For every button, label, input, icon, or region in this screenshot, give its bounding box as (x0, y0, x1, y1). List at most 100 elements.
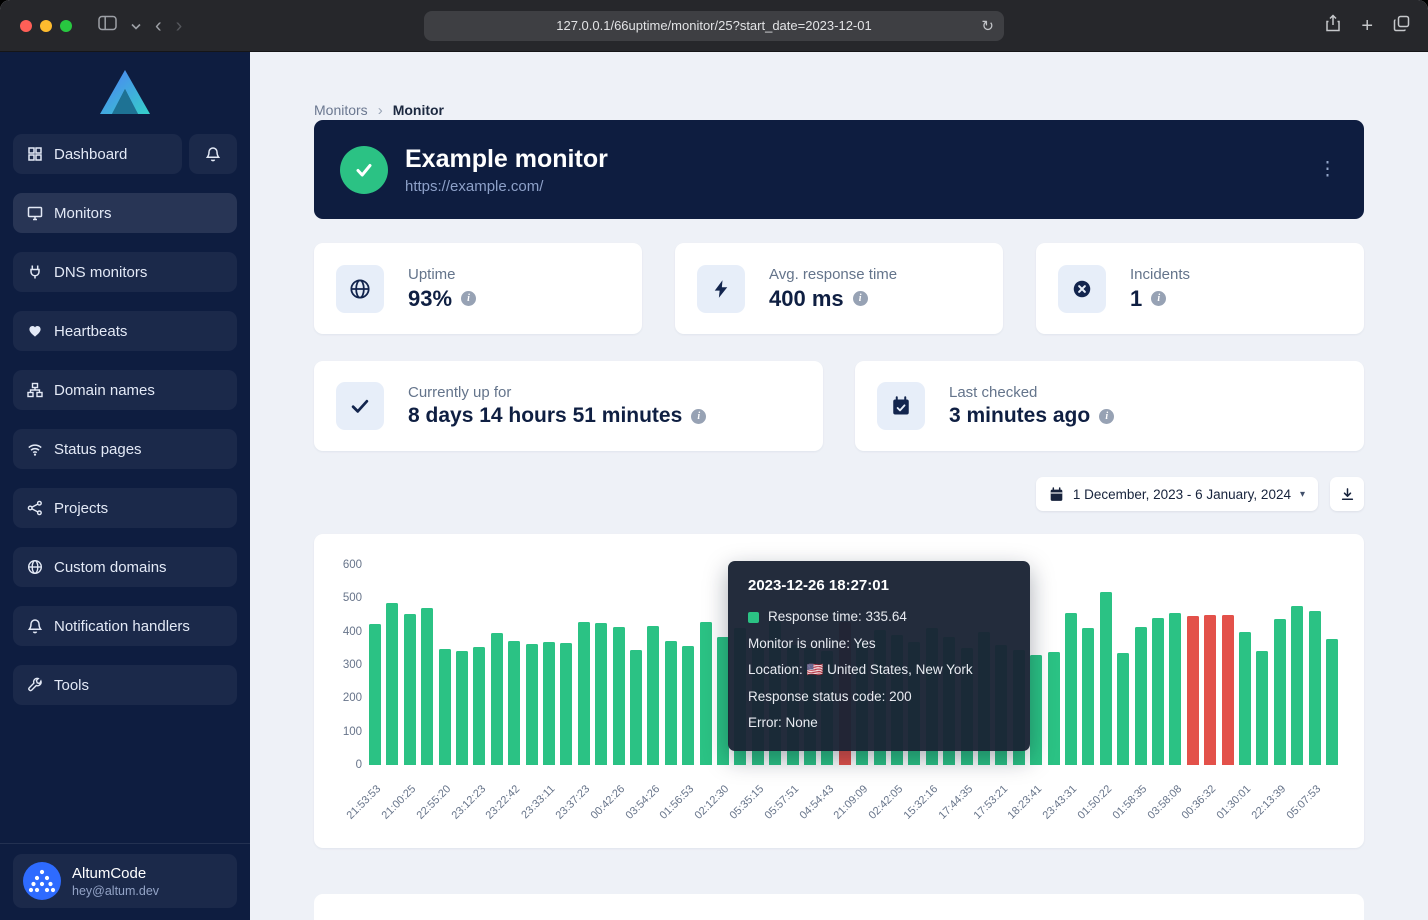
chart-bar[interactable] (665, 641, 677, 765)
chart-bar[interactable] (439, 649, 451, 765)
currently-up-value: 8 days 14 hours 51 minutes (408, 404, 682, 428)
chart-bar[interactable] (421, 608, 433, 765)
chart-bar[interactable] (473, 647, 485, 765)
monitor-options-button[interactable]: ⋮ (1318, 158, 1338, 181)
account-section: AltumCode hey@altum.dev (0, 843, 250, 920)
stat-label: Incidents (1130, 266, 1190, 283)
sidebar-item-label: Status pages (54, 441, 142, 458)
chart-bar[interactable] (386, 603, 398, 765)
chart-bar[interactable] (1326, 639, 1338, 765)
chart-bar[interactable] (613, 627, 625, 765)
chevron-down-icon[interactable] (131, 17, 141, 35)
minimize-window-button[interactable] (40, 20, 52, 32)
chart-bar[interactable] (508, 641, 520, 765)
tooltip-response-time: Response time: 335.64 (768, 604, 907, 631)
chart-bar[interactable] (1117, 653, 1129, 765)
back-button[interactable]: ‹ (155, 16, 162, 36)
y-tick-label: 100 (324, 725, 362, 739)
date-range-picker[interactable]: 1 December, 2023 - 6 January, 2024 ▾ (1036, 477, 1318, 511)
chart-bar[interactable] (630, 650, 642, 765)
chart-bar[interactable] (560, 643, 572, 765)
stat-label: Avg. response time (769, 266, 897, 283)
globe-icon (27, 559, 43, 575)
x-tick-label: 05:07:53 (1284, 783, 1323, 822)
chart-bar[interactable] (1274, 619, 1286, 765)
sidebar-item-domain-names[interactable]: Domain names (13, 370, 237, 410)
x-tick-label: 21:00:25 (380, 783, 419, 822)
info-icon[interactable]: i (691, 409, 706, 424)
check-icon (336, 382, 384, 430)
info-icon[interactable]: i (1099, 409, 1114, 424)
monitor-title: Example monitor (405, 145, 608, 174)
chart-bar[interactable] (1048, 652, 1060, 765)
forward-button[interactable]: › (176, 16, 183, 36)
chart-bar[interactable] (700, 622, 712, 765)
url-bar[interactable]: 127.0.0.1/66uptime/monitor/25?start_date… (424, 11, 1004, 41)
date-range-label: 1 December, 2023 - 6 January, 2024 (1073, 487, 1291, 502)
chart-bar[interactable] (404, 614, 416, 765)
notifications-button[interactable] (189, 134, 237, 174)
new-tab-icon[interactable]: + (1361, 16, 1373, 36)
tooltip-error: Error: None (748, 710, 1010, 737)
sidebar-item-label: Projects (54, 500, 108, 517)
x-tick-label: 17:53:21 (971, 783, 1010, 822)
chart-bar[interactable] (1030, 655, 1042, 765)
chart-bar[interactable] (1309, 611, 1321, 765)
zoom-window-button[interactable] (60, 20, 72, 32)
sidebar-item-heartbeats[interactable]: Heartbeats (13, 311, 237, 351)
sidebar-toggle-icon[interactable] (98, 15, 117, 36)
chart-bar[interactable] (526, 644, 538, 765)
x-tick-label: 23:12:23 (449, 783, 488, 822)
breadcrumb-monitors-link[interactable]: Monitors (314, 102, 368, 118)
x-tick-label: 00:36:32 (1180, 783, 1219, 822)
sidebar-item-monitors[interactable]: Monitors (13, 193, 237, 233)
chart-bar[interactable] (1169, 613, 1181, 765)
chart-bar[interactable] (647, 626, 659, 765)
reload-icon[interactable]: ↻ (981, 17, 994, 35)
chart-bar[interactable] (1222, 615, 1234, 765)
chart-bar[interactable] (369, 624, 381, 765)
chart-bar[interactable] (595, 623, 607, 765)
close-window-button[interactable] (20, 20, 32, 32)
chart-bar[interactable] (1100, 592, 1112, 765)
chart-bar[interactable] (543, 642, 555, 765)
info-icon[interactable]: i (461, 291, 476, 306)
sidebar-item-status-pages[interactable]: Status pages (13, 429, 237, 469)
chart-bar[interactable] (1291, 606, 1303, 765)
chart-bar[interactable] (1135, 627, 1147, 765)
sidebar-item-tools[interactable]: Tools (13, 665, 237, 705)
sidebar-item-projects[interactable]: Projects (13, 488, 237, 528)
response-time-value: 400 ms (769, 286, 844, 312)
account-menu[interactable]: AltumCode hey@altum.dev (13, 854, 237, 908)
sidebar-item-dns-monitors[interactable]: DNS monitors (13, 252, 237, 292)
share-icon[interactable] (1325, 14, 1341, 37)
chart-bar[interactable] (1152, 618, 1164, 765)
chart-bar[interactable] (1239, 632, 1251, 765)
download-button[interactable] (1330, 477, 1364, 511)
chart-bar[interactable] (682, 646, 694, 765)
chart-bar[interactable] (456, 651, 468, 765)
sidebar-item-custom-domains[interactable]: Custom domains (13, 547, 237, 587)
chart-bar[interactable] (1204, 615, 1216, 765)
sidebar: Dashboard Monitors DNS monitors Heartbea… (0, 52, 250, 920)
x-tick-label: 21:53:53 (345, 783, 384, 822)
sidebar-item-dashboard[interactable]: Dashboard (13, 134, 182, 174)
x-tick-label: 23:33:11 (519, 783, 557, 821)
chart-bar[interactable] (1256, 651, 1268, 765)
info-icon[interactable]: i (853, 291, 868, 306)
tab-overview-icon[interactable] (1393, 15, 1410, 37)
x-tick-label: 02:42:05 (867, 783, 906, 822)
chart-bar[interactable] (1187, 616, 1199, 765)
x-tick-label: 03:54:26 (623, 783, 662, 822)
nodes-icon (27, 500, 43, 516)
account-name: AltumCode (72, 865, 159, 882)
sidebar-item-notification-handlers[interactable]: Notification handlers (13, 606, 237, 646)
chart-bar[interactable] (1082, 628, 1094, 765)
x-tick-label: 22:13:39 (1250, 783, 1289, 822)
chart-bar[interactable] (578, 622, 590, 765)
info-icon[interactable]: i (1151, 291, 1166, 306)
incidents-card: Incidents 1 i (1036, 243, 1364, 334)
chart-bar[interactable] (491, 633, 503, 765)
chart-bar[interactable] (1065, 613, 1077, 765)
app-logo[interactable] (13, 66, 237, 118)
